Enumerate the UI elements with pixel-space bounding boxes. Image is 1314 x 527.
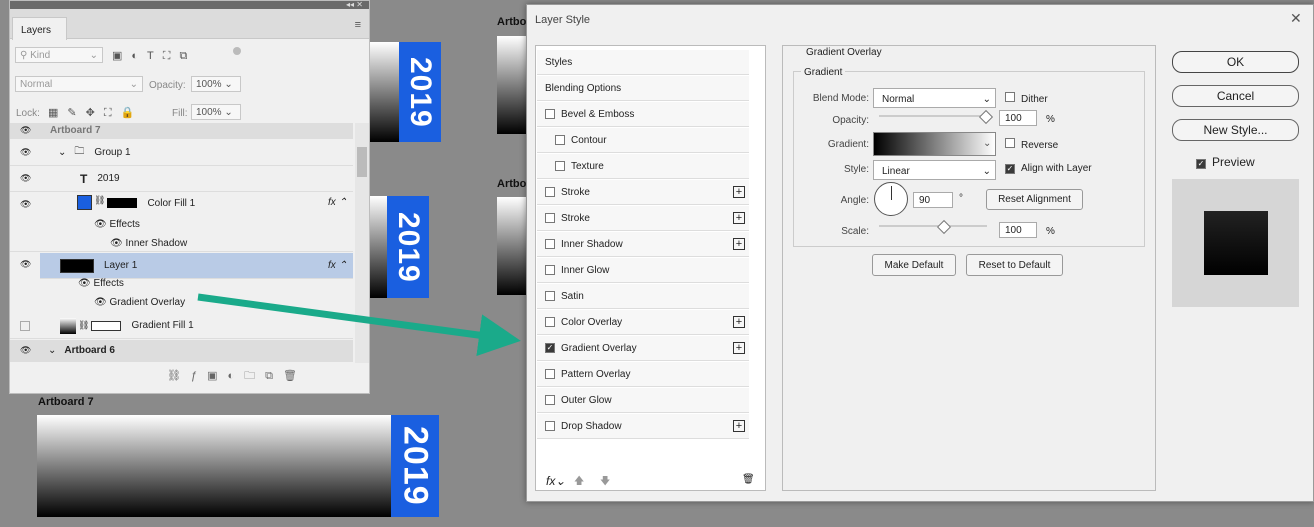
style-item-checkbox[interactable] xyxy=(555,135,565,145)
scale-unit: % xyxy=(1046,226,1055,237)
style-item-label: Outer Glow xyxy=(561,394,612,406)
add-effect-icon[interactable]: + xyxy=(733,238,745,250)
style-item-label: Satin xyxy=(561,290,584,302)
dither-label: Dither xyxy=(1021,94,1048,105)
style-item-label: Stroke xyxy=(561,212,590,224)
style-select-value: Linear xyxy=(882,166,910,177)
style-item-checkbox[interactable] xyxy=(545,291,555,301)
style-select[interactable]: Linear ⌄ xyxy=(873,160,996,180)
style-item-checkbox[interactable] xyxy=(545,265,555,275)
move-up-icon[interactable]: 🡅 xyxy=(574,474,584,491)
angle-unit: ° xyxy=(959,193,963,204)
preview-pane xyxy=(1172,179,1299,307)
angle-label: Angle: xyxy=(840,195,869,206)
opacity-slider[interactable] xyxy=(879,115,987,117)
angle-dial[interactable] xyxy=(874,182,908,216)
preview-checkbox[interactable]: ✓ Preview xyxy=(1196,155,1255,169)
styles-header[interactable]: Styles xyxy=(537,50,749,75)
style-item[interactable]: Satin xyxy=(537,284,749,309)
add-effect-icon[interactable]: + xyxy=(733,420,745,432)
style-item[interactable]: Inner Glow xyxy=(537,258,749,283)
opacity-input-dlg[interactable]: 100 xyxy=(999,110,1037,126)
style-item-checkbox[interactable] xyxy=(545,239,555,249)
add-effect-icon[interactable]: + xyxy=(733,316,745,328)
style-item[interactable]: Bevel & Emboss xyxy=(537,102,749,127)
gradient-picker[interactable] xyxy=(873,132,996,156)
style-item-label: Drop Shadow xyxy=(561,420,622,432)
preview-label: Preview xyxy=(1212,155,1255,169)
style-item-checkbox[interactable] xyxy=(545,213,555,223)
style-item[interactable]: Contour xyxy=(537,128,749,153)
blend-mode-label: Blend Mode: xyxy=(812,93,869,104)
add-effect-icon[interactable]: + xyxy=(733,212,745,224)
gradient-label: Gradient: xyxy=(827,139,869,150)
style-item-label: Stroke xyxy=(561,186,590,198)
style-item-checkbox[interactable] xyxy=(545,421,555,431)
gradient-overlay-settings: Gradient Overlay Gradient Blend Mode: No… xyxy=(782,45,1156,491)
subsection-title: Gradient xyxy=(801,67,846,78)
styles-list: Styles Blending Options Bevel & Emboss Co… xyxy=(535,45,766,491)
move-down-icon[interactable]: 🡇 xyxy=(600,474,610,491)
opacity-label-dlg: Opacity: xyxy=(832,115,869,126)
reverse-label: Reverse xyxy=(1021,140,1059,151)
style-item[interactable]: Texture xyxy=(537,154,749,179)
style-item[interactable]: Color Overlay + xyxy=(537,310,749,335)
gradient-dropdown-arrow[interactable]: ⌄ xyxy=(983,138,991,149)
style-item-label: Texture xyxy=(571,160,604,172)
preview-swatch xyxy=(1204,211,1268,275)
scale-input[interactable]: 100 xyxy=(999,222,1037,238)
blending-options[interactable]: Blending Options xyxy=(537,76,749,101)
style-item-checkbox[interactable] xyxy=(545,109,555,119)
style-item-checkbox[interactable] xyxy=(545,187,555,197)
angle-input[interactable]: 90 xyxy=(913,192,953,208)
align-layer-label: Align with Layer xyxy=(1021,163,1092,174)
align-layer-checkbox[interactable]: ✓ Align with Layer xyxy=(1005,163,1092,174)
style-item-checkbox[interactable] xyxy=(555,161,565,171)
close-icon[interactable]: ✕ xyxy=(1290,10,1302,27)
style-item-label: Gradient Overlay xyxy=(561,342,637,354)
style-item-label: Inner Glow xyxy=(561,264,610,276)
style-item[interactable]: ✓ Gradient Overlay + xyxy=(537,336,749,361)
reset-alignment-button[interactable]: Reset Alignment xyxy=(986,189,1083,210)
arrow-to-dialog xyxy=(197,293,521,356)
fx-label: fx xyxy=(546,474,556,488)
fx-menu-icon[interactable]: fx⌄ xyxy=(546,474,565,488)
style-item-label: Bevel & Emboss xyxy=(561,108,635,120)
add-effect-icon[interactable]: + xyxy=(733,186,745,198)
style-item[interactable]: Stroke + xyxy=(537,206,749,231)
dither-checkbox[interactable]: Dither xyxy=(1005,92,1048,105)
style-item-checkbox[interactable] xyxy=(545,395,555,405)
style-item-label: Color Overlay xyxy=(561,316,623,328)
style-item-label: Inner Shadow xyxy=(561,238,623,250)
style-item[interactable]: Stroke + xyxy=(537,180,749,205)
style-item[interactable]: Inner Shadow + xyxy=(537,232,749,257)
style-item[interactable]: Pattern Overlay xyxy=(537,362,749,387)
trash-icon[interactable]: 🗑 xyxy=(742,474,755,485)
reverse-checkbox[interactable]: Reverse xyxy=(1005,138,1058,151)
scale-slider[interactable] xyxy=(879,225,987,227)
add-effect-icon[interactable]: + xyxy=(733,342,745,354)
blend-mode-select[interactable]: Normal ⌄ xyxy=(873,88,996,108)
reset-to-default-button[interactable]: Reset to Default xyxy=(966,254,1063,276)
ok-button[interactable]: OK xyxy=(1172,51,1299,73)
section-title: Gradient Overlay xyxy=(803,47,885,58)
new-style-button[interactable]: New Style... xyxy=(1172,119,1299,141)
make-default-button[interactable]: Make Default xyxy=(872,254,956,276)
style-item[interactable]: Drop Shadow + xyxy=(537,414,749,439)
opacity-unit: % xyxy=(1046,114,1055,125)
style-item-checkbox[interactable]: ✓ xyxy=(545,343,555,353)
cancel-button[interactable]: Cancel xyxy=(1172,85,1299,107)
scale-label: Scale: xyxy=(841,226,869,237)
layer-style-dialog: Layer Style ✕ Styles Blending Options Be… xyxy=(526,4,1314,502)
style-item[interactable]: Outer Glow xyxy=(537,388,749,413)
dialog-title: Layer Style xyxy=(535,14,591,26)
style-label: Style: xyxy=(843,164,869,175)
style-item-checkbox[interactable] xyxy=(545,369,555,379)
style-item-checkbox[interactable] xyxy=(545,317,555,327)
blend-mode-select-value: Normal xyxy=(882,94,915,105)
style-item-label: Contour xyxy=(571,134,607,146)
style-item-label: Pattern Overlay xyxy=(561,368,631,380)
